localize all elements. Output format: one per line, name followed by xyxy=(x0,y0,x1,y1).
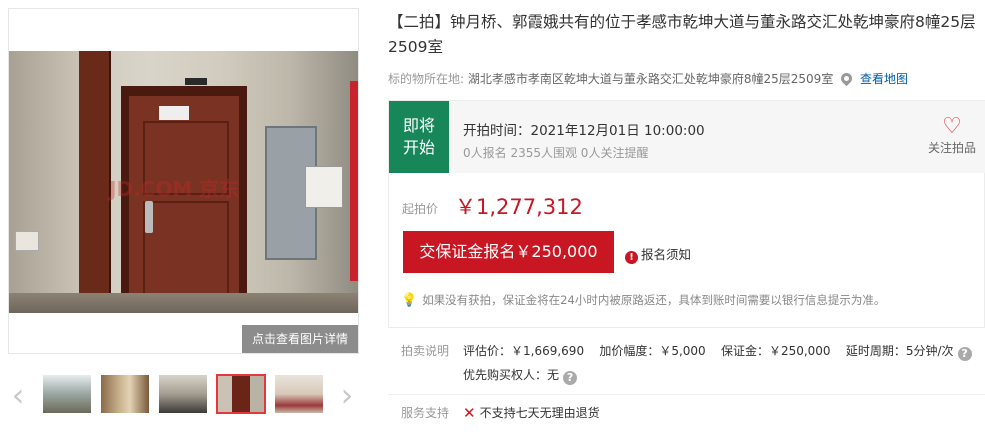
thumbnail[interactable] xyxy=(100,374,150,414)
auction-description-line2: 优先购买权人：无? xyxy=(463,366,578,385)
next-arrow-icon[interactable]: › xyxy=(337,378,357,414)
photo-door-panel xyxy=(143,201,229,295)
follow-label: 关注拍品 xyxy=(927,141,976,155)
price-label: 起拍价 xyxy=(402,202,439,216)
view-map-link[interactable]: 查看地图 xyxy=(860,72,908,86)
description-values: 评估价：￥1,669,690 加价幅度：￥5,000 保证金：￥250,000 … xyxy=(463,344,954,358)
location-row: 标的物所在地: 湖北孝感市孝南区乾坤大道与董永路交汇处乾坤豪府8幢25层2509… xyxy=(388,70,908,87)
priority-buyer: 优先购买权人：无 xyxy=(463,368,560,382)
jd-watermark: JD.COM 京东 xyxy=(109,177,240,201)
photo-red-banner xyxy=(350,81,358,281)
status-bar: 即将 开始 开拍时间：2021年12月01日 10:00:00 0人报名 235… xyxy=(389,101,985,173)
main-photo[interactable]: JD.COM 京东 点击查看图片详情 xyxy=(8,8,359,354)
auction-description-line1: 评估价：￥1,669,690 加价幅度：￥5,000 保证金：￥250,000 … xyxy=(463,342,972,361)
photo-door-lock xyxy=(145,201,153,233)
help-icon[interactable]: ? xyxy=(563,371,578,385)
photo-side-door xyxy=(79,51,111,313)
divider xyxy=(388,394,985,395)
pay-deposit-button[interactable]: 交保证金报名￥250,000 xyxy=(403,231,614,273)
photo-meter-box xyxy=(305,166,343,208)
view-photo-details-button[interactable]: 点击查看图片详情 xyxy=(242,325,358,353)
help-icon[interactable]: ? xyxy=(957,347,972,361)
auction-panel: 即将 开始 开拍时间：2021年12月01日 10:00:00 0人报名 235… xyxy=(388,100,985,328)
thumbnail-active[interactable] xyxy=(216,374,266,414)
auction-title: 【二拍】钟月桥、郭霞娥共有的位于孝感市乾坤大道与董永路交汇处乾坤豪府8幢25层2… xyxy=(388,13,976,56)
photo-wall xyxy=(9,51,79,313)
status-badge: 即将 开始 xyxy=(389,101,449,173)
starting-price: ￥1,277,312 xyxy=(455,195,583,219)
photo-door-sign xyxy=(185,78,207,85)
thumbnail[interactable] xyxy=(274,374,324,414)
lightbulb-icon: 💡 xyxy=(401,293,418,308)
auction-description-label: 拍卖说明 xyxy=(401,344,450,358)
participant-counts: 0人报名 2355人围观 0人关注提醒 xyxy=(463,146,649,160)
thumbnail[interactable] xyxy=(42,374,92,414)
property-photo: JD.COM 京东 xyxy=(9,51,358,313)
service-label: 服务支持 xyxy=(401,406,450,420)
status-line2: 开始 xyxy=(402,138,435,157)
notice-label: 报名须知 xyxy=(641,247,692,262)
service-support: ✕ 不支持七天无理由退货 xyxy=(463,404,600,422)
exclamation-icon: ! xyxy=(625,251,638,264)
map-pin-icon xyxy=(838,70,855,87)
registration-notice-link[interactable]: ! 报名须知 xyxy=(625,244,691,264)
photo-floor xyxy=(9,293,358,313)
close-icon: ✕ xyxy=(463,404,476,422)
photo-switch xyxy=(15,231,39,251)
thumbnail[interactable] xyxy=(158,374,208,414)
status-line1: 即将 xyxy=(402,116,435,135)
service-text: 不支持七天无理由退货 xyxy=(479,406,600,420)
refund-tip: 💡 如果没有获拍，保证金将在24小时内被原路返还，具体到账时间需要以银行信息提示为… xyxy=(401,292,885,308)
follow-button[interactable]: ♡ 关注拍品 xyxy=(926,115,978,156)
photo-paper xyxy=(159,106,189,120)
location-address: 湖北孝感市孝南区乾坤大道与董永路交汇处乾坤豪府8幢25层2509室 xyxy=(467,72,834,86)
tip-text: 如果没有获拍，保证金将在24小时内被原路返还，具体到账时间需要以银行信息提示为准… xyxy=(422,293,886,307)
prev-arrow-icon[interactable]: ‹ xyxy=(8,378,28,414)
location-label: 标的物所在地: xyxy=(388,72,465,86)
heart-plus-icon: ♡ xyxy=(942,114,962,139)
start-time: 开拍时间：2021年12月01日 10:00:00 xyxy=(463,123,705,139)
